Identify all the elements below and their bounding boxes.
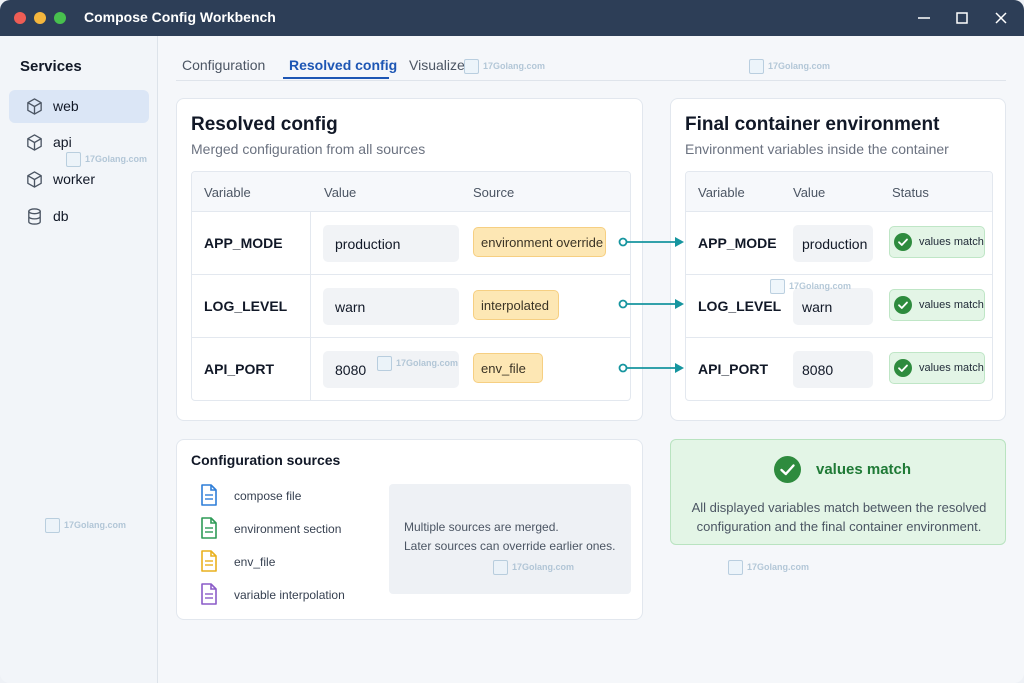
source-label: variable interpolation [234,588,345,602]
value-field: 8080 [793,351,873,388]
table-header: Variable Value Status [686,172,992,212]
file-icon [199,550,219,572]
mapping-connectors [618,237,684,373]
values-match-title: values match [816,461,912,478]
check-circle-icon [894,233,912,251]
status-text: values match [919,299,984,311]
final-environment-title: Final container environment [685,114,940,135]
watermark-logo-icon [377,356,392,371]
close-window-dot[interactable] [14,12,26,24]
table-row[interactable]: APP_MODE production environment override [192,212,630,275]
file-icon [199,484,219,506]
app-window: Compose Config Workbench Services web ap… [0,0,1024,683]
sidebar-item-db[interactable]: db [9,200,149,233]
configuration-sources-title: Configuration sources [191,452,341,468]
table-row[interactable]: API_PORT 8080 values match [686,338,992,400]
sidebar-item-label: worker [53,171,96,187]
services-sidebar: Services web api worker db [0,36,158,683]
column-header-source: Source [473,185,515,200]
source-badge: environment override [473,227,606,257]
merge-note-line: Later sources can override earlier ones. [404,539,616,553]
column-header-variable: Variable [698,185,745,200]
resolved-config-subtitle: Merged configuration from all sources [191,141,426,157]
value-field: production [793,225,873,262]
sidebar-item-label: api [53,134,72,150]
cube-icon [25,170,44,189]
watermark-logo-icon [493,560,508,575]
final-environment-card: Final container environment Environment … [670,98,1006,421]
tab-visualize[interactable]: Visualize [409,57,465,73]
tab-bar: Configuration Resolved config Visualize [176,36,1006,81]
minimize-window-dot[interactable] [34,12,46,24]
merge-note: Multiple sources are merged. Later sourc… [389,484,631,594]
watermark-logo-icon [728,560,743,575]
sidebar-title: Services [20,58,82,75]
value-field: production [323,225,459,262]
sidebar-item-label: web [53,98,79,114]
variable-name: APP_MODE [204,235,283,251]
status-badge: values match [889,289,985,321]
tab-configuration[interactable]: Configuration [182,57,265,73]
variable-name: APP_MODE [698,235,777,251]
source-label: env_file [234,555,276,569]
maximize-icon[interactable] [950,6,974,30]
watermark-logo-icon [66,152,81,167]
status-badge: values match [889,352,985,384]
variable-name: API_PORT [204,361,275,377]
watermark-logo-icon [749,59,764,74]
merge-note-line: Multiple sources are merged. [404,520,559,534]
value-field: warn [793,288,873,325]
watermark-logo-icon [464,59,479,74]
table-row[interactable]: APP_MODE production values match [686,212,992,275]
table-row[interactable]: API_PORT 8080 env_file [192,338,630,400]
variable-name: API_PORT [698,361,769,377]
table-row[interactable]: LOG_LEVEL warn interpolated [192,275,630,338]
column-header-status: Status [892,185,929,200]
cube-icon [25,97,44,116]
check-circle-icon [774,456,801,483]
zoom-window-dot[interactable] [54,12,66,24]
status-badge: values match [889,226,985,258]
status-text: values match [919,236,984,248]
connector-arrow [618,299,684,309]
source-badge: interpolated [473,290,559,320]
values-match-description: All displayed variables match between th… [691,500,987,534]
values-match-panel: values match All displayed variables mat… [670,439,1006,545]
column-header-variable: Variable [204,185,251,200]
sidebar-item-worker[interactable]: worker [9,163,149,196]
watermark-logo-icon [770,279,785,294]
cube-icon [25,133,44,152]
check-circle-icon [894,296,912,314]
final-environment-subtitle: Environment variables inside the contain… [685,141,949,157]
variable-name: LOG_LEVEL [204,298,288,314]
check-circle-icon [894,359,912,377]
database-icon [25,207,44,226]
watermark-logo-icon [45,518,60,533]
active-tab-indicator [283,77,389,79]
connector-arrow [618,363,684,373]
status-text: values match [919,362,984,374]
file-icon [199,517,219,539]
connector-arrow [618,237,684,247]
table-header: Variable Value Source [192,172,630,212]
column-header-value: Value [324,185,357,200]
sidebar-item-web[interactable]: web [9,90,149,123]
tab-resolved-config[interactable]: Resolved config [289,57,397,73]
close-icon[interactable] [989,6,1013,30]
source-badge: env_file [473,353,543,383]
source-label: compose file [234,489,302,503]
resolved-config-title: Resolved config [191,114,338,135]
column-header-value: Value [793,185,826,200]
minimize-icon[interactable] [912,6,936,30]
file-icon [199,583,219,605]
sidebar-item-label: db [53,208,69,224]
resolved-config-card: Resolved config Merged configuration fro… [176,98,643,421]
configuration-sources-card: Configuration sources compose file envir… [176,439,643,620]
title-bar: Compose Config Workbench [0,0,1024,36]
window-title: Compose Config Workbench [84,9,276,25]
source-label: environment section [234,522,342,536]
variable-name: LOG_LEVEL [698,298,782,314]
value-field: warn [323,288,459,325]
